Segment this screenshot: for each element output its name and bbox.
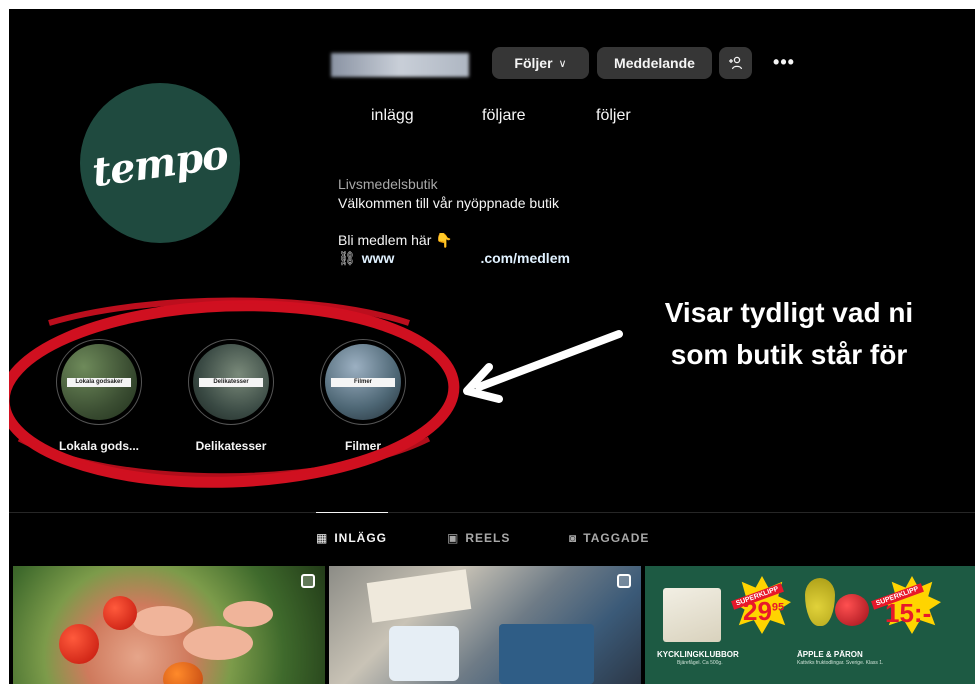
posts-count-label: inlägg bbox=[371, 107, 414, 124]
carousel-icon bbox=[301, 574, 315, 588]
post-thumbnail-shrimp[interactable] bbox=[13, 566, 325, 684]
instagram-profile: tempo Följer ∨ Meddelande ••• inlägg föl… bbox=[9, 9, 975, 684]
chicken-pack bbox=[663, 588, 721, 642]
pear bbox=[805, 578, 835, 626]
message-button[interactable]: Meddelande bbox=[597, 47, 712, 79]
link-end: .com/medlem bbox=[480, 250, 570, 266]
highlight-lokala[interactable]: Lokala godsaker Lokala gods... bbox=[49, 339, 149, 453]
price-2: 15:- bbox=[885, 598, 932, 628]
link-icon: ⛓ bbox=[338, 250, 356, 266]
highlight-cover-tag: Filmer bbox=[331, 378, 395, 387]
tabs-divider bbox=[9, 512, 975, 513]
following-link[interactable]: följer bbox=[596, 107, 631, 125]
annotation-text: Visar tydligt vad ni som butik står för bbox=[614, 292, 964, 376]
bio-category: Livsmedelsbutik bbox=[338, 176, 438, 192]
highlight-cover: Delikatesser bbox=[193, 344, 269, 420]
more-options-icon[interactable]: ••• bbox=[769, 49, 799, 77]
apple bbox=[835, 594, 869, 626]
highlight-ring: Filmer bbox=[320, 339, 406, 425]
annotation-line: Visar tydligt vad ni bbox=[664, 297, 914, 328]
highlight-cover: Filmer bbox=[325, 344, 401, 420]
annotation-line: som butik står för bbox=[670, 339, 908, 370]
highlight-label: Lokala gods... bbox=[58, 439, 139, 453]
username-blurred bbox=[331, 53, 469, 77]
highlight-delikatesser[interactable]: Delikatesser Delikatesser bbox=[181, 339, 281, 453]
highlight-cover: Lokala godsaker bbox=[61, 344, 137, 420]
add-person-icon bbox=[728, 56, 742, 70]
bio-line: Välkommen till vår nyöppnade butik bbox=[338, 195, 560, 211]
following-label: Följer bbox=[514, 55, 553, 71]
grid-icon: ▦ bbox=[316, 531, 329, 545]
active-tab-indicator bbox=[316, 512, 388, 513]
carousel-icon bbox=[617, 574, 631, 588]
chevron-down-icon: ∨ bbox=[558, 57, 567, 70]
flyer-item-2-sub: Kattviks fruktodlingar. Sverige. Klass 1… bbox=[797, 660, 884, 666]
highlight-ring: Lokala godsaker bbox=[56, 339, 142, 425]
flyer-item-1: KYCKLINGKLUBBOR bbox=[657, 650, 739, 659]
followers-link[interactable]: följare bbox=[482, 107, 526, 125]
tagged-icon: ◙ bbox=[569, 531, 578, 545]
price-1: 2995 bbox=[743, 596, 785, 626]
message-label: Meddelande bbox=[614, 55, 695, 71]
tab-label: INLÄGG bbox=[334, 531, 388, 545]
tab-posts[interactable]: ▦ INLÄGG bbox=[316, 531, 387, 545]
tab-reels[interactable]: ▣ REELS bbox=[447, 531, 510, 545]
post-thumbnail-flyer[interactable]: SUPERKLIPP 2995 SUPERKLIPP 15:- KYCKLING… bbox=[645, 566, 975, 684]
tab-label: TAGGADE bbox=[583, 531, 650, 545]
profile-avatar[interactable]: tempo bbox=[80, 83, 240, 243]
tab-label: REELS bbox=[465, 531, 511, 545]
add-person-button[interactable] bbox=[719, 47, 752, 79]
highlight-cover-tag: Lokala godsaker bbox=[67, 378, 131, 387]
following-button[interactable]: Följer ∨ bbox=[492, 47, 589, 79]
post-thumbnail-deli[interactable] bbox=[329, 566, 641, 684]
bio-link[interactable]: ⛓ www .com/medlem bbox=[338, 250, 570, 267]
highlight-ring: Delikatesser bbox=[188, 339, 274, 425]
highlight-label: Filmer bbox=[344, 439, 381, 453]
reels-icon: ▣ bbox=[447, 531, 460, 545]
tab-tagged[interactable]: ◙ TAGGADE bbox=[569, 531, 649, 545]
highlight-filmer[interactable]: Filmer Filmer bbox=[313, 339, 413, 453]
flyer-item-2: ÄPPLE & PÄRON bbox=[797, 650, 863, 659]
link-start: www bbox=[361, 250, 395, 266]
highlight-cover-tag: Delikatesser bbox=[199, 378, 263, 387]
flyer-item-1-sub: Bjärefågel. Ca 500g. bbox=[677, 660, 723, 666]
highlight-label: Delikatesser bbox=[195, 439, 267, 453]
bio-line: Bli medlem här 👇 bbox=[338, 232, 453, 248]
tempo-logo: tempo bbox=[89, 130, 231, 196]
